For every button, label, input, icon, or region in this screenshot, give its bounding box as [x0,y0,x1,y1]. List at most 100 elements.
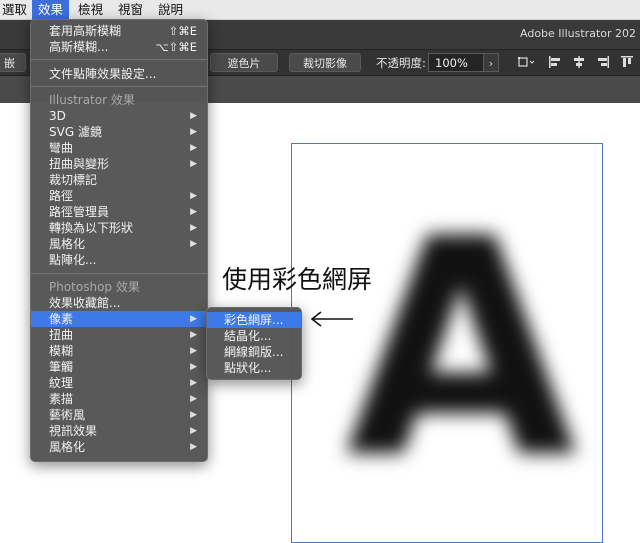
mask-button[interactable]: 遮色片 [210,53,278,72]
menu-item-mezzotint[interactable]: 網線銅版... [207,344,301,360]
menu-item-pointillize[interactable]: 點狀化... [207,360,301,376]
menu-item-label: 文件點陣效果設定... [49,67,157,81]
menu-item-rasterize[interactable]: 點陣化... [31,252,207,268]
menu-item-path[interactable]: 路徑 ▶ [31,188,207,204]
arrow-left-icon [309,309,355,333]
submenu-arrow-icon: ▶ [190,159,197,169]
menu-item-3d[interactable]: 3D ▶ [31,108,207,124]
embed-button[interactable]: 嵌入 [0,53,26,89]
menu-item-distort-transform[interactable]: 扭曲與變形 ▶ [31,156,207,172]
submenu-arrow-icon: ▶ [190,426,197,436]
submenu-arrow-icon: ▶ [190,410,197,420]
shortcut: ⌥⇧⌘E [155,40,197,54]
align-right-icon[interactable] [596,55,610,69]
menu-view[interactable]: 檢視 [72,0,109,20]
menu-item-texture[interactable]: 紋理 ▶ [31,375,207,391]
effect-menu: 套用高斯模糊 ⇧⌘E 高斯模糊... ⌥⇧⌘E 文件點陣效果設定... Illu… [30,19,208,462]
pixelate-submenu: 彩色網屏... 結晶化... 網線銅版... 點狀化... [206,307,302,380]
align-center-icon[interactable] [572,55,586,69]
menu-item-last-effect[interactable]: 高斯模糊... ⌥⇧⌘E [31,39,207,55]
menu-item-label: 彎曲 [49,141,74,155]
submenu-arrow-icon: ▶ [190,378,197,388]
submenu-arrow-icon: ▶ [190,346,197,356]
opacity-input[interactable]: 100% [428,53,484,72]
menu-item-stylize-ps[interactable]: 風格化 ▶ [31,439,207,455]
menu-item-label: 套用高斯模糊 [49,24,122,38]
blurred-letter-a: A [345,175,578,524]
menu-item-label: 素描 [49,392,74,406]
menu-item-blur[interactable]: 模糊 ▶ [31,343,207,359]
menu-separator [31,273,207,274]
menu-item-label: 筆觸 [49,360,74,374]
annotation-text: 使用彩色網屏 [222,265,373,294]
menu-item-apply-last-effect[interactable]: 套用高斯模糊 ⇧⌘E [31,23,207,39]
menu-item-pixelate[interactable]: 像素 ▶ [31,311,207,327]
menu-item-label: 藝術風 [49,408,86,422]
menu-item-pathfinder[interactable]: 路徑管理員 ▶ [31,204,207,220]
menu-item-label: 3D [49,109,66,123]
transform-icon[interactable] [517,55,535,69]
app-title: Adobe Illustrator 202 [520,27,636,40]
menu-item-label: 路徑管理員 [49,205,110,219]
menu-item-label: 裁切標記 [49,173,98,187]
submenu-arrow-icon: ▶ [190,127,197,137]
menu-item-label: 點陣化... [49,253,97,267]
menu-item-label: 紋理 [49,376,74,390]
menu-item-artistic[interactable]: 藝術風 ▶ [31,407,207,423]
menu-item-label: 像素 [49,312,74,326]
submenu-arrow-icon: ▶ [190,111,197,121]
menu-item-document-raster-settings[interactable]: 文件點陣效果設定... [31,66,207,82]
illustrator-effects-header: Illustrator 效果 [49,93,135,107]
photoshop-effects-header: Photoshop 效果 [49,280,140,294]
menu-item-color-halftone[interactable]: 彩色網屏... [207,312,301,328]
submenu-arrow-icon: ▶ [190,207,197,217]
menu-item-label: 結晶化... [224,329,272,343]
menu-help[interactable]: 說明 [152,0,189,20]
align-top-icon[interactable] [620,55,634,69]
menu-item-svg-filters[interactable]: SVG 濾鏡 ▶ [31,124,207,140]
menu-bar: 選取 效果 檢視 視窗 說明 [0,0,640,20]
submenu-arrow-icon: ▶ [190,314,197,324]
menu-item-warp[interactable]: 彎曲 ▶ [31,140,207,156]
shortcut: ⇧⌘E [168,24,197,38]
menu-item-label: 視訊效果 [49,424,98,438]
opacity-label: 不透明度: [376,56,426,70]
menu-item-stylize[interactable]: 風格化 ▶ [31,236,207,252]
opacity-dropdown-button[interactable]: › [483,53,499,72]
submenu-arrow-icon: ▶ [190,442,197,452]
menu-item-crop-marks[interactable]: 裁切標記 [31,172,207,188]
menu-item-distort[interactable]: 扭曲 ▶ [31,327,207,343]
menu-item-label: 彩色網屏... [224,313,284,327]
menu-item-label: 高斯模糊... [49,40,109,54]
align-left-icon[interactable] [548,55,562,69]
menu-item-label: 風格化 [49,237,86,251]
menu-item-effect-gallery[interactable]: 效果收藏館... [31,295,207,311]
menu-item-sketch[interactable]: 素描 ▶ [31,391,207,407]
submenu-arrow-icon: ▶ [190,191,197,201]
submenu-arrow-icon: ▶ [190,394,197,404]
submenu-arrow-icon: ▶ [190,239,197,249]
menu-effect[interactable]: 效果 [32,0,70,20]
submenu-arrow-icon: ▶ [190,143,197,153]
menu-item-label: SVG 濾鏡 [49,125,102,139]
menu-item-label: 轉換為以下形狀 [49,221,134,235]
menu-separator [31,59,207,60]
menu-item-label: 網線銅版... [224,345,284,359]
menu-item-video[interactable]: 視訊效果 ▶ [31,423,207,439]
menu-item-label: 風格化 [49,440,86,454]
menu-item-label: 模糊 [49,344,74,358]
menu-item-label: 點狀化... [224,361,272,375]
crop-image-button[interactable]: 裁切影像 [289,53,361,72]
menu-item-label: 扭曲 [49,328,74,342]
menu-item-brush-strokes[interactable]: 筆觸 ▶ [31,359,207,375]
menu-separator [31,86,207,87]
submenu-arrow-icon: ▶ [190,362,197,372]
menu-window[interactable]: 視窗 [112,0,149,20]
menu-item-label: 效果收藏館... [49,296,121,310]
menu-select[interactable]: 選取 [0,0,33,20]
submenu-arrow-icon: ▶ [190,223,197,233]
menu-item-label: 扭曲與變形 [49,157,110,171]
submenu-arrow-icon: ▶ [190,330,197,340]
menu-item-crystallize[interactable]: 結晶化... [207,328,301,344]
menu-item-convert-to-shape[interactable]: 轉換為以下形狀 ▶ [31,220,207,236]
